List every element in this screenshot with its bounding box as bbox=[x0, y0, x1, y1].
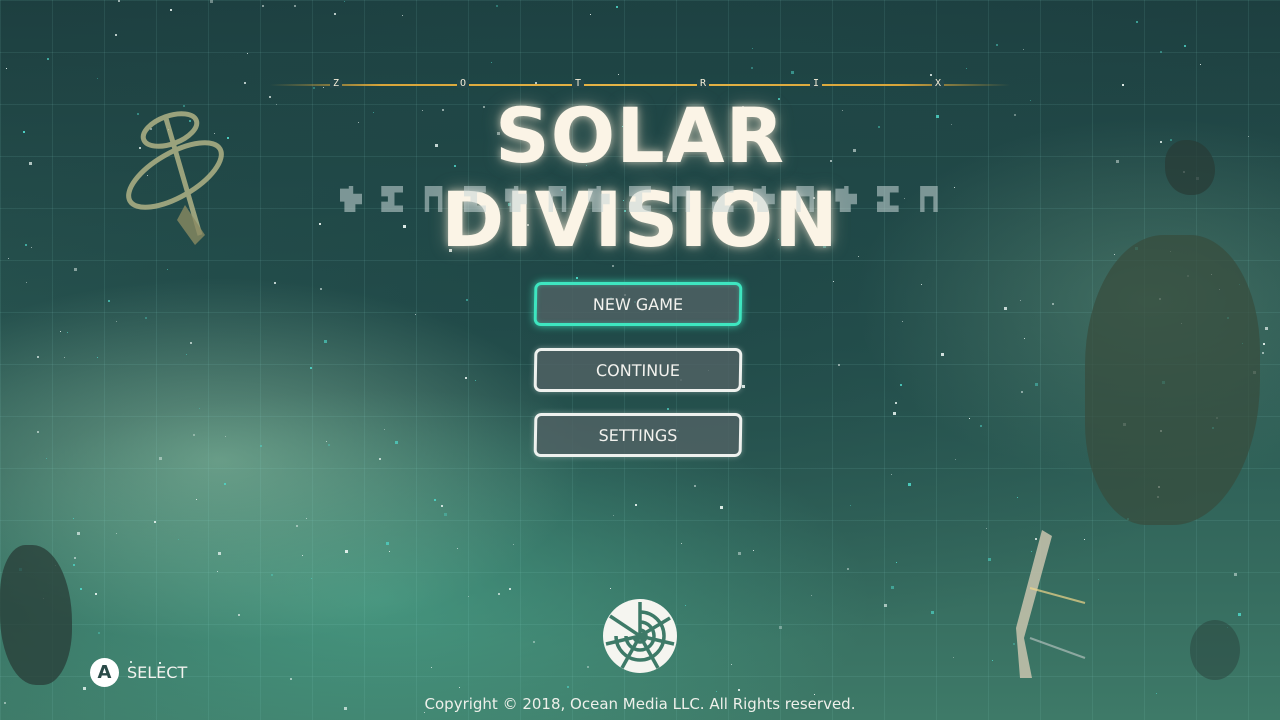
alien-glyph bbox=[628, 186, 651, 212]
alien-glyph bbox=[505, 186, 528, 212]
subtitle-glyph: Z bbox=[330, 79, 342, 89]
copyright-text: Copyright © 2018, Ocean Media LLC. All R… bbox=[424, 695, 856, 713]
settings-button[interactable]: SETTINGS bbox=[533, 413, 743, 457]
alien-glyph bbox=[796, 186, 814, 212]
subtitle-glyph: O bbox=[457, 79, 469, 89]
alien-glyph bbox=[920, 186, 938, 212]
space-station-icon bbox=[126, 111, 224, 245]
alien-glyph bbox=[548, 186, 567, 212]
subtitle-glyph: I bbox=[810, 79, 822, 89]
nautilus-shell-icon bbox=[603, 599, 677, 673]
alien-glyph bbox=[711, 186, 734, 212]
subtitle-divider bbox=[270, 84, 1010, 86]
alien-glyph bbox=[424, 186, 443, 212]
alien-glyph bbox=[672, 186, 691, 212]
spaceship-icon bbox=[1016, 530, 1086, 678]
select-hint-label: SELECT bbox=[127, 662, 188, 682]
alien-glyph bbox=[752, 186, 775, 212]
a-button-icon: A bbox=[90, 657, 119, 687]
alien-glyph bbox=[463, 186, 486, 212]
alien-glyph bbox=[587, 186, 610, 212]
game-subtitle-bar: Z O T R I X bbox=[270, 79, 1010, 89]
alien-glyph bbox=[835, 186, 858, 212]
alien-glyph bbox=[340, 186, 362, 212]
game-title: SOLAR DIVISION bbox=[441, 91, 839, 264]
new-game-button[interactable]: NEW GAME bbox=[533, 282, 743, 326]
asteroid bbox=[1085, 235, 1260, 525]
alien-glyph bbox=[876, 186, 899, 212]
subtitle-glyph: R bbox=[697, 79, 709, 89]
alien-glyph bbox=[381, 186, 404, 212]
subtitle-glyph: T bbox=[572, 79, 584, 89]
continue-button[interactable]: CONTINUE bbox=[533, 348, 743, 392]
select-hint: A SELECT bbox=[90, 657, 187, 687]
subtitle-glyph: X bbox=[932, 79, 944, 89]
alien-script-row bbox=[340, 184, 940, 214]
asteroid bbox=[1190, 620, 1240, 680]
